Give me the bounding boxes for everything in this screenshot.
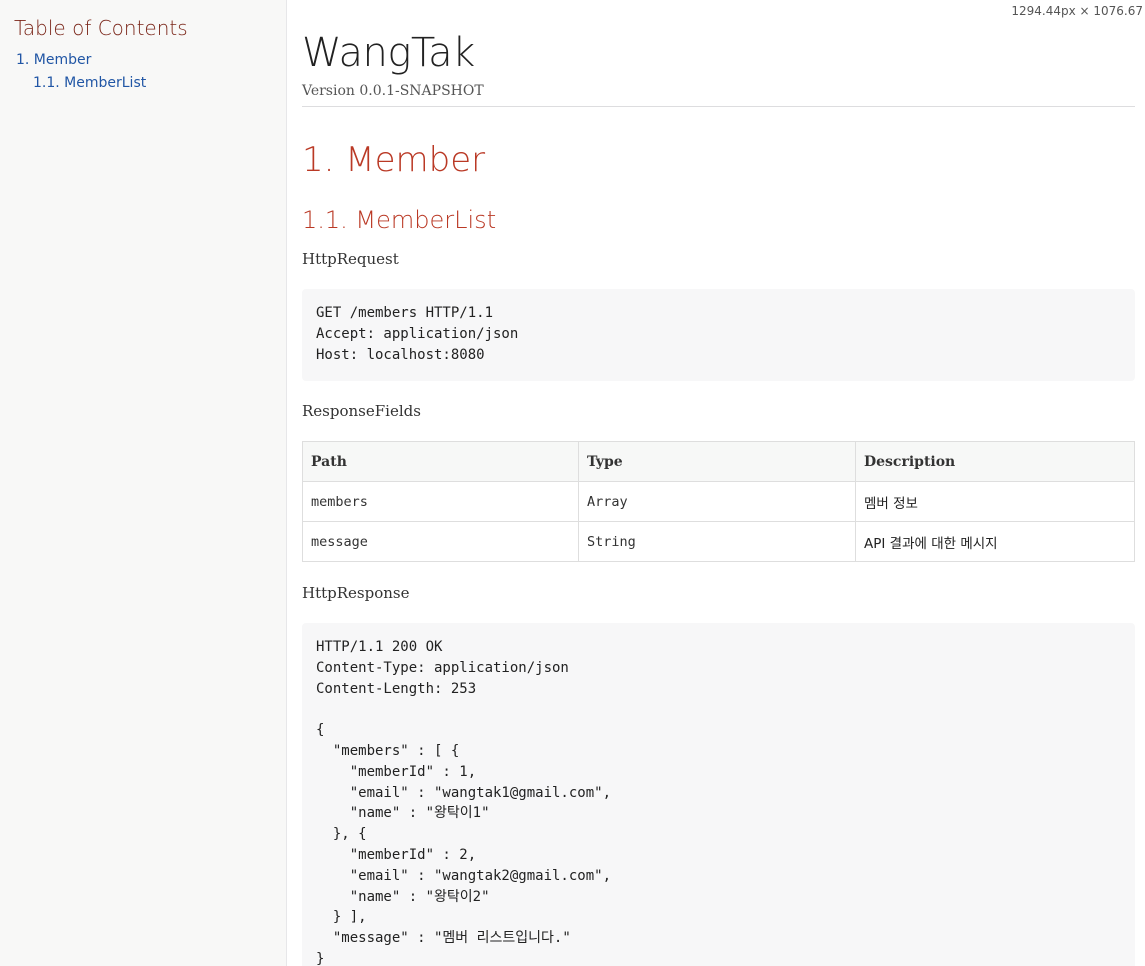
cell-description: 멤버 정보 <box>855 481 1135 522</box>
http-request-code: GET /members HTTP/1.1 Accept: applicatio… <box>302 289 1135 381</box>
cell-description: API 결과에 대한 메시지 <box>855 521 1135 562</box>
table-of-contents: Table of Contents 1. Member 1.1. MemberL… <box>0 0 287 966</box>
column-header-description: Description <box>855 441 1135 482</box>
document-title: WangTak <box>302 30 475 76</box>
table-row: message String API 결과에 대한 메시지 <box>302 521 1135 562</box>
http-response-label: HttpResponse <box>302 584 410 602</box>
document-version: Version 0.0.1-SNAPSHOT <box>302 83 484 99</box>
column-header-path: Path <box>302 441 579 482</box>
table-row: members Array 멤버 정보 <box>302 481 1135 522</box>
toc-link-member[interactable]: 1. Member <box>16 52 91 68</box>
http-response-code: HTTP/1.1 200 OK Content-Type: applicatio… <box>302 623 1135 966</box>
section-title: 1. Member <box>302 140 486 180</box>
table-header-row: Path Type Description <box>302 441 1135 482</box>
cell-path: message <box>302 521 579 562</box>
http-request-label: HttpRequest <box>302 250 399 268</box>
toc-title: Table of Contents <box>14 16 188 40</box>
header-divider <box>302 106 1135 107</box>
dimensions-badge: 1294.44px × 1076.67 <box>1011 4 1143 18</box>
response-fields-table: Path Type Description members Array 멤버 정… <box>302 441 1135 562</box>
cell-type: String <box>578 521 856 562</box>
response-fields-label: ResponseFields <box>302 402 421 420</box>
column-header-type: Type <box>578 441 856 482</box>
toc-link-memberlist[interactable]: 1.1. MemberList <box>33 75 146 91</box>
subsection-title: 1.1. MemberList <box>302 206 497 234</box>
cell-type: Array <box>578 481 856 522</box>
cell-path: members <box>302 481 579 522</box>
